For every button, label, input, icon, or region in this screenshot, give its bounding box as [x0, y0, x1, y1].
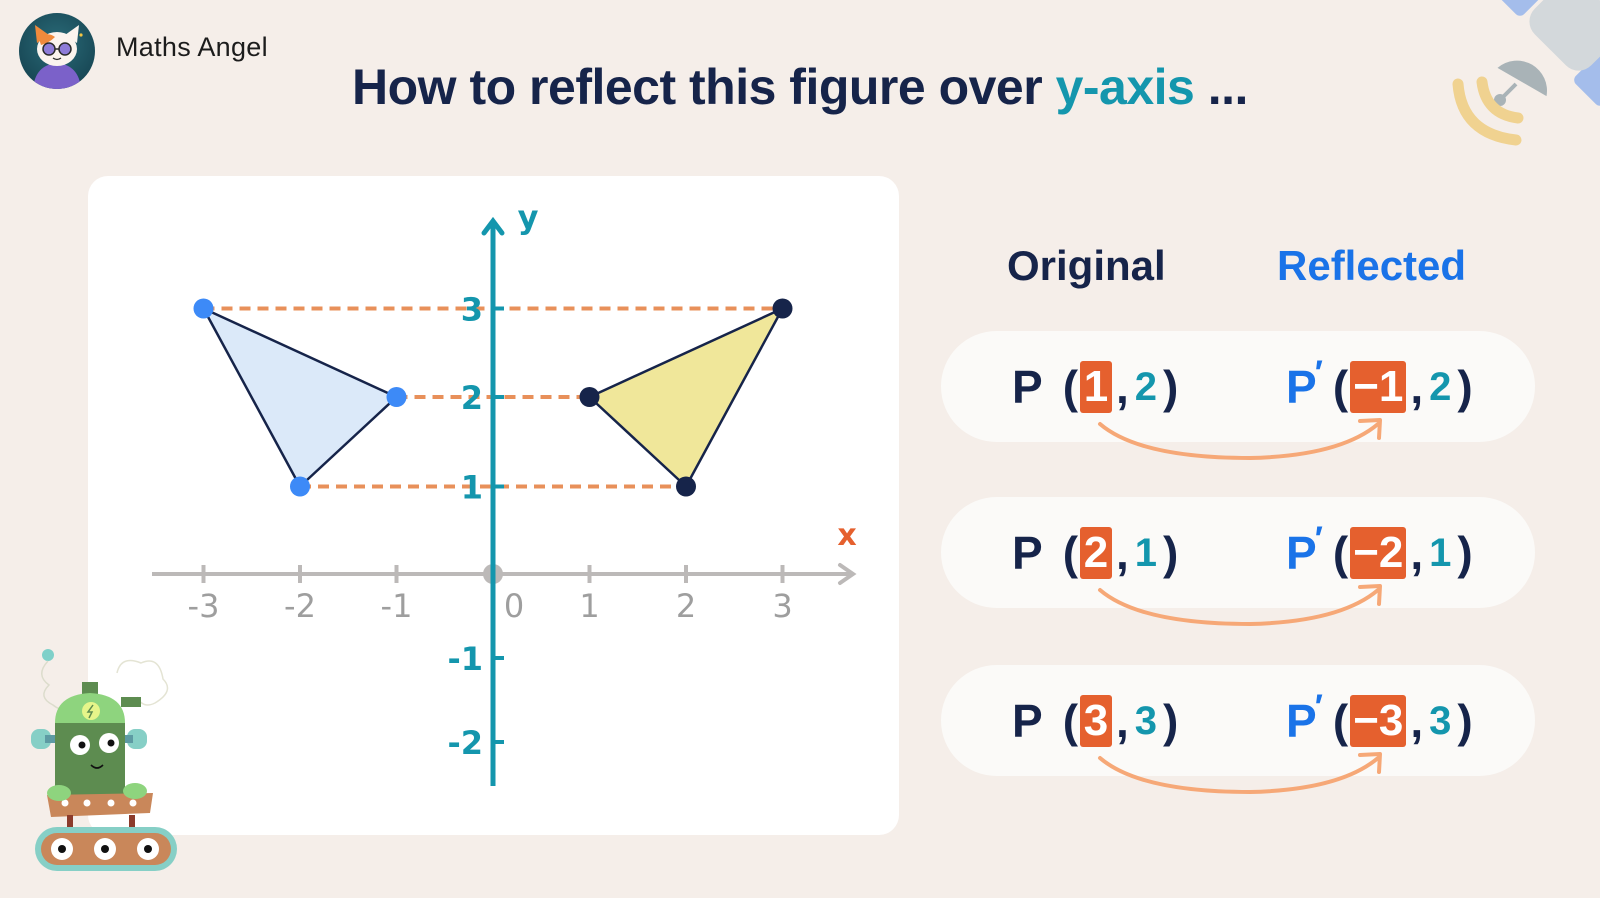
- original-header: Original: [1007, 242, 1166, 289]
- close-paren: ): [1457, 695, 1473, 747]
- close-paren: ): [1163, 527, 1179, 579]
- close-paren: ): [1457, 527, 1473, 579]
- point-name: P: [1012, 527, 1043, 579]
- open-paren: (: [1062, 361, 1079, 413]
- y-tick-label: 3: [461, 291, 483, 329]
- open-paren: (: [1332, 695, 1349, 747]
- x-tick-label: 2: [676, 587, 696, 625]
- y-axis-label: y: [518, 198, 539, 236]
- reflected-point: P ′(−3, 3): [1286, 687, 1473, 751]
- original-point: P (2, 1): [1012, 523, 1178, 583]
- reflected-x-highlight: −3: [1350, 695, 1407, 747]
- y-tick-label: 2: [461, 379, 483, 417]
- reflected-x-highlight: −2: [1350, 527, 1407, 579]
- original-y: 1: [1134, 530, 1158, 575]
- comma: ,: [1410, 527, 1424, 579]
- reflected-y: 1: [1429, 530, 1452, 575]
- reflected-header: Reflected: [1277, 242, 1467, 289]
- x-axis-label: x: [837, 518, 856, 553]
- open-paren: (: [1332, 361, 1349, 413]
- y-tick-label: -2: [447, 724, 483, 762]
- open-paren: (: [1062, 695, 1079, 747]
- prime-mark: ′: [1314, 519, 1323, 558]
- comma: ,: [1410, 361, 1424, 413]
- original-point: P (1, 2): [1012, 357, 1178, 417]
- original-vertex: [290, 476, 310, 497]
- reflected-vertex: [579, 387, 600, 407]
- original-vertex: [386, 387, 407, 407]
- comma: ,: [1116, 361, 1129, 413]
- x-tick-label: 3: [772, 587, 792, 625]
- comma: ,: [1116, 695, 1129, 747]
- x-tick-label: -1: [381, 587, 413, 625]
- open-paren: (: [1062, 527, 1079, 579]
- open-paren: (: [1332, 527, 1349, 579]
- point-name: P: [1286, 527, 1317, 579]
- reflected-point: P ′(−2, 1): [1286, 519, 1473, 583]
- reflected-vertex: [772, 298, 793, 319]
- x-tick-label: 0: [504, 587, 524, 625]
- original-triangle: [202, 307, 398, 488]
- x-tick-label: -3: [188, 587, 220, 625]
- reflected-y: 2: [1429, 364, 1452, 409]
- comma: ,: [1410, 695, 1424, 747]
- point-name: P: [1012, 695, 1043, 747]
- point-name: P: [1286, 695, 1317, 747]
- prime-mark: ′: [1314, 687, 1323, 726]
- y-tick-label: 1: [461, 469, 483, 507]
- y-tick-label: -1: [447, 640, 483, 678]
- x-tick-label: 1: [579, 587, 599, 625]
- reflected-x-highlight: −1: [1350, 361, 1407, 413]
- original-point: P (3, 3): [1012, 691, 1178, 751]
- close-paren: ): [1163, 361, 1179, 413]
- close-paren: ): [1163, 695, 1179, 747]
- robot-mascot-icon: [25, 645, 185, 890]
- comma: ,: [1116, 527, 1129, 579]
- original-vertex: [193, 298, 214, 319]
- prime-mark: ′: [1314, 353, 1323, 392]
- reflected-vertex: [676, 476, 696, 497]
- original-x-highlight: 1: [1080, 361, 1113, 413]
- original-x-highlight: 2: [1080, 527, 1113, 579]
- reflected-point: P ′(−1, 2): [1286, 353, 1473, 417]
- reflected-triangle: [588, 307, 784, 488]
- reflected-y: 3: [1429, 698, 1452, 743]
- point-name: P: [1286, 361, 1317, 413]
- original-y: 3: [1134, 698, 1158, 743]
- x-tick-label: -2: [284, 587, 316, 625]
- close-paren: ): [1457, 361, 1473, 413]
- point-name: P: [1012, 361, 1043, 413]
- original-x-highlight: 3: [1080, 695, 1113, 747]
- original-y: 2: [1134, 364, 1158, 409]
